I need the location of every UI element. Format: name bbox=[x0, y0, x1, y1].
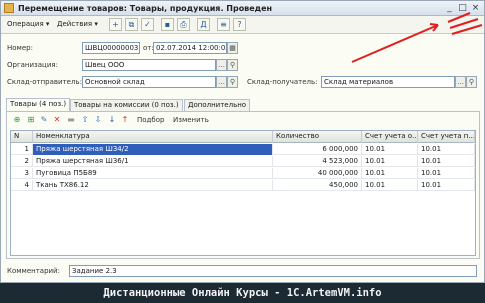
annotation-arrow-icon bbox=[351, 11, 483, 63]
